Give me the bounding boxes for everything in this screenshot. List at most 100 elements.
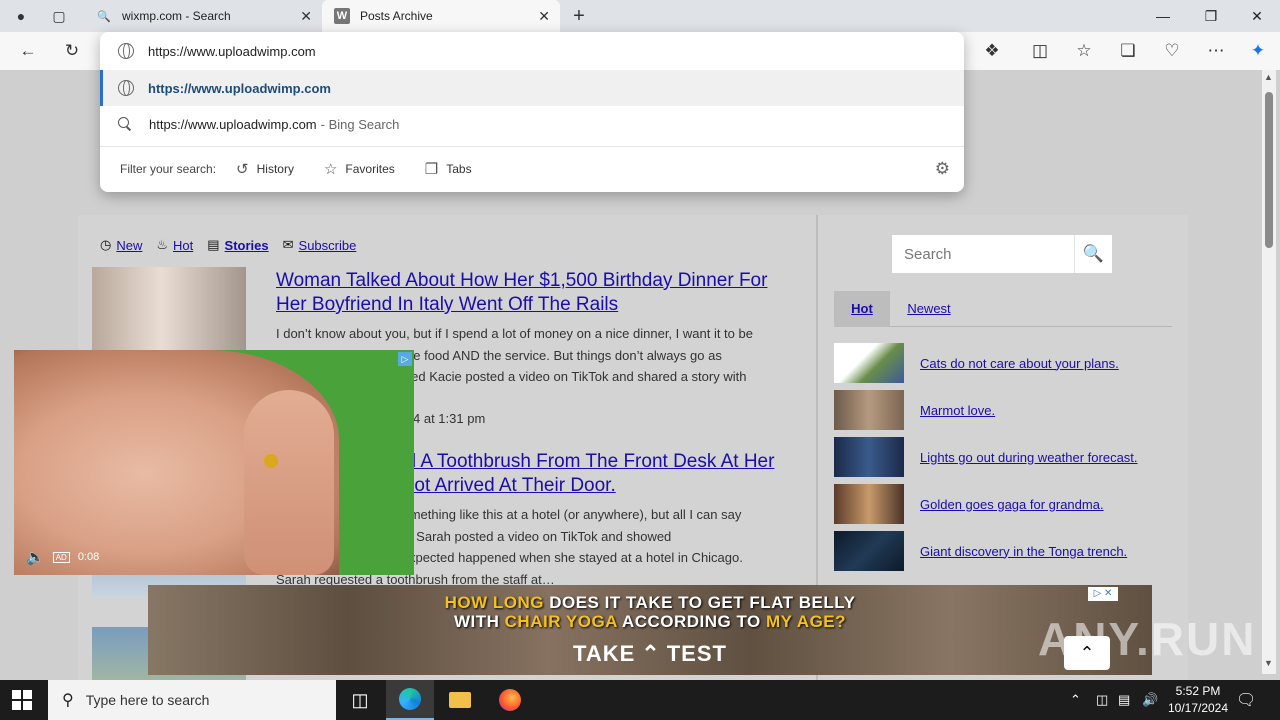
star-icon: ☆ — [323, 161, 338, 178]
chevron-up-icon: ⌃ — [641, 641, 661, 666]
notifications-icon[interactable]: 🗨 — [1236, 690, 1256, 710]
file-explorer-icon[interactable] — [436, 680, 484, 720]
taskbar-clock[interactable]: 5:52 PM 10/17/2024 — [1160, 683, 1236, 717]
nav-new-link[interactable]: New — [116, 238, 142, 253]
suggestion-url[interactable]: https://www.uploadwimp.com — [100, 70, 964, 106]
tab-search[interactable]: 🔍 wixmp.com - Search ✕ — [84, 0, 322, 32]
video-controls: 🔈 AD 0:08 — [26, 548, 99, 566]
browser-essentials-icon[interactable]: ♡ — [1160, 40, 1184, 62]
window-close-icon[interactable]: ✕ — [1234, 4, 1280, 28]
filter-history-label: History — [256, 162, 294, 176]
close-icon[interactable]: ✕ — [538, 8, 550, 25]
split-screen-icon[interactable]: ◫ — [1028, 40, 1052, 62]
tab-posts-archive[interactable]: W Posts Archive ✕ — [322, 0, 560, 32]
scrollbar-thumb[interactable] — [1265, 92, 1273, 248]
history-icon: ↺ — [236, 161, 249, 178]
video-ad[interactable]: ▷ 🔈 AD 0:08 — [14, 350, 414, 575]
tabs-icon: ❐ — [424, 161, 439, 178]
sidebar-tabs: Hot Newest — [834, 291, 1172, 327]
network-icon[interactable]: ▤ — [1118, 680, 1130, 720]
sidebar-thumbnail — [834, 343, 904, 383]
windows-start-icon[interactable] — [12, 690, 32, 710]
address-bar[interactable]: https://www.uploadwimp.com — [100, 32, 964, 70]
taskbar-search[interactable]: ⚲ Type here to search — [48, 680, 336, 720]
extensions-icon[interactable]: ❖ — [980, 40, 1004, 62]
taskbar-search-text: Type here to search — [85, 692, 210, 708]
divider — [100, 146, 964, 147]
close-icon[interactable]: ✕ — [300, 8, 312, 25]
banner-headline: HOW LONG DOES IT TAKE TO GET FLAT BELLY — [148, 593, 1152, 613]
sidebar-link[interactable]: Lights go out during weather forecast. — [920, 450, 1138, 465]
minimize-icon[interactable]: — — [1140, 4, 1186, 28]
site-search-button[interactable]: 🔍 — [1074, 235, 1112, 273]
nav-new[interactable]: ◷ New — [100, 237, 142, 253]
tab-actions-icon[interactable]: ▢ — [46, 4, 72, 28]
device-icon[interactable]: ◫ — [1096, 680, 1108, 720]
copilot-icon[interactable]: ✦ — [1246, 40, 1270, 62]
nav-stories[interactable]: ▤ Stories — [207, 237, 268, 253]
sidebar-thumbnail — [834, 437, 904, 477]
more-icon[interactable]: ⋯ — [1204, 40, 1228, 62]
edge-taskbar-icon[interactable] — [386, 680, 434, 720]
page-scrollbar[interactable]: ▲ ▼ — [1262, 70, 1276, 674]
nav-stories-link[interactable]: Stories — [225, 238, 269, 253]
tab-newest[interactable]: Newest — [904, 291, 954, 327]
envelope-icon: ✉ — [282, 237, 294, 252]
gear-icon[interactable]: ⚙ — [935, 159, 950, 179]
firefox-taskbar-icon[interactable] — [486, 680, 534, 720]
banner-text: DOES IT TAKE TO GET FLAT BELLY — [549, 593, 856, 612]
search-icon: ⚲ — [62, 692, 74, 709]
clock-date: 10/17/2024 — [1167, 701, 1229, 715]
post-thumbnail[interactable] — [92, 267, 246, 357]
sidebar-link[interactable]: Marmot love. — [920, 403, 995, 418]
site-search-input[interactable]: Search — [892, 235, 1074, 273]
address-bar-dropdown: https://www.uploadwimp.com https://www.u… — [100, 32, 964, 192]
suggestion-text: https://www.uploadwimp.com — [149, 116, 317, 132]
banner-ad[interactable]: HOW LONG DOES IT TAKE TO GET FLAT BELLY … — [148, 585, 1152, 675]
clock-time: 5:52 PM — [1175, 684, 1221, 698]
post-title[interactable]: Woman Talked About How Her $1,500 Birthd… — [276, 269, 796, 317]
profile-icon[interactable]: ● — [8, 4, 34, 28]
restore-icon[interactable]: ❐ — [1188, 4, 1234, 28]
banner-cta-text: TAKE — [573, 641, 636, 666]
sidebar-item[interactable]: Golden goes gaga for grandma. — [834, 484, 1104, 524]
tab-bar: ● ▢ 🔍 wixmp.com - Search ✕ W Posts Archi… — [0, 0, 1280, 32]
nav-subscribe-link[interactable]: Subscribe — [299, 238, 357, 253]
nav-hot[interactable]: ♨ Hot — [156, 237, 193, 253]
flame-icon: ♨ — [156, 237, 169, 252]
mute-icon[interactable]: 🔈 — [26, 548, 45, 566]
favorites-icon[interactable]: ☆ — [1072, 40, 1096, 62]
scroll-down-icon[interactable]: ▼ — [1264, 658, 1273, 668]
nav-hot-link[interactable]: Hot — [173, 238, 193, 253]
back-icon[interactable]: ← — [16, 40, 40, 62]
sidebar-item[interactable]: Giant discovery in the Tonga trench. — [834, 531, 1127, 571]
scroll-up-icon[interactable]: ▲ — [1264, 72, 1273, 82]
excerpt-line: I don’t know about you, but if I spend a… — [276, 326, 753, 341]
tab-hot[interactable]: Hot — [834, 291, 890, 327]
refresh-icon[interactable]: ↻ — [60, 40, 84, 62]
sidebar-link[interactable]: Giant discovery in the Tonga trench. — [920, 544, 1127, 559]
collections-icon[interactable]: ❏ — [1116, 40, 1140, 62]
filter-favorites[interactable]: ☆ Favorites — [324, 160, 395, 178]
suggestion-suffix: - Bing Search — [320, 116, 400, 132]
address-input[interactable]: https://www.uploadwimp.com — [148, 44, 316, 59]
sidebar-thumbnail — [834, 531, 904, 571]
sidebar-item[interactable]: Cats do not care about your plans. — [834, 343, 1119, 383]
ad-close-icon[interactable]: ▷ ✕ — [1088, 587, 1118, 601]
task-view-icon[interactable]: ◫ — [336, 680, 384, 720]
new-tab-icon[interactable]: + — [568, 5, 590, 28]
filter-history[interactable]: ↺ History — [236, 160, 294, 178]
tray-chevron-icon[interactable]: ⌃ — [1070, 680, 1081, 720]
sidebar-link[interactable]: Cats do not care about your plans. — [920, 356, 1119, 371]
suggestion-bing-search[interactable]: https://www.uploadwimp.com - Bing Search — [100, 106, 964, 142]
banner-highlight: HOW LONG — [444, 593, 544, 612]
volume-icon[interactable]: 🔊 — [1142, 680, 1158, 720]
filter-tabs[interactable]: ❐ Tabs — [425, 160, 472, 178]
banner-cta[interactable]: TAKE ⌃ TEST — [148, 641, 1152, 667]
nav-subscribe[interactable]: ✉ Subscribe — [283, 237, 357, 253]
filter-label: Filter your search: — [120, 162, 217, 176]
sidebar-link[interactable]: Golden goes gaga for grandma. — [920, 497, 1104, 512]
sidebar-item[interactable]: Lights go out during weather forecast. — [834, 437, 1138, 477]
sidebar-item[interactable]: Marmot love. — [834, 390, 995, 430]
adchoices-icon[interactable]: ▷ — [398, 352, 412, 366]
